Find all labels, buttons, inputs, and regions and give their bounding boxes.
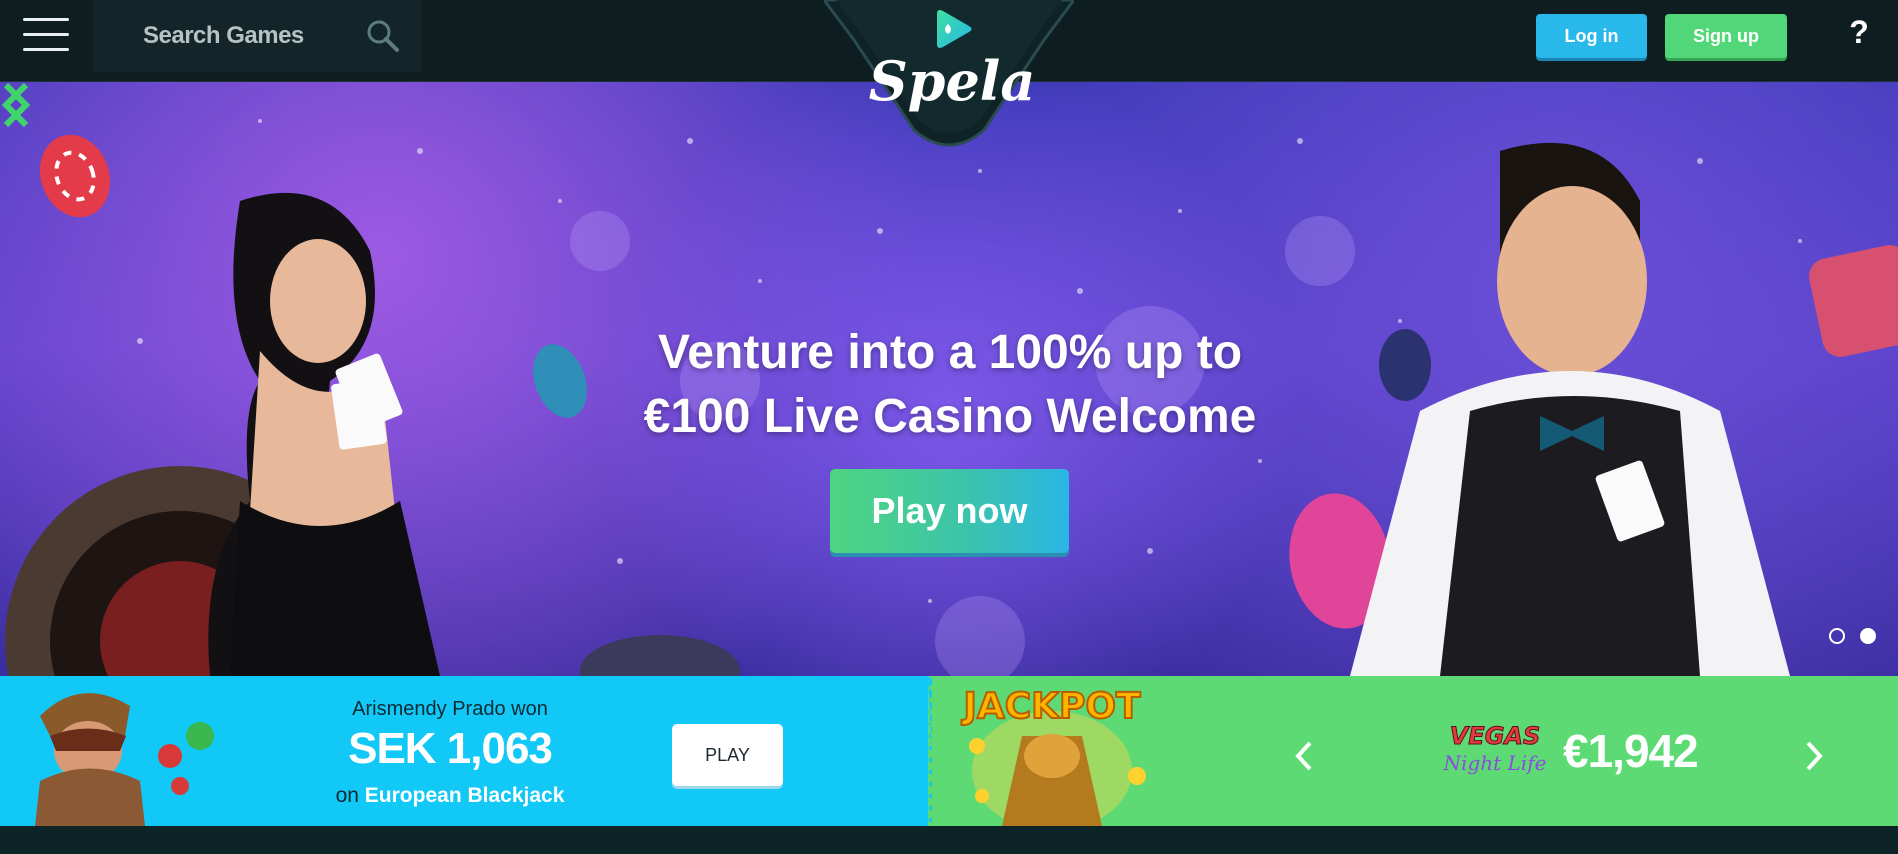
winner-game-link[interactable]: European Blackjack [365,784,565,807]
search-bar [93,0,421,72]
jackpot-amount: €1,942 [1563,725,1699,777]
jackpot-next-icon[interactable] [1802,739,1826,773]
winner-name-text: Arismendy Prado won [352,698,548,720]
jackpot-game-art: JACKPOT [959,685,1146,826]
hero-headline: Venture into a 100% up to €100 Live Casi… [560,321,1340,449]
left-dealer-figure [5,192,440,676]
slide-dot-2-active[interactable] [1860,628,1876,644]
login-button[interactable]: Log in [1536,14,1647,58]
svg-text:Night Life: Night Life [1443,751,1547,775]
winner-game-art [35,693,214,826]
logo-text: Spela [869,49,1036,113]
chevron-right-icon[interactable] [0,81,32,129]
pink-dice [1809,245,1898,357]
dark-chip [1379,329,1431,401]
red-chip [39,134,111,218]
slide-dot-1[interactable] [1829,628,1845,644]
help-button[interactable]: ? [1846,14,1872,54]
gray-chip [580,635,740,676]
jackpot-panel: JACKPOT [932,676,1898,826]
spela-logo[interactable]: Spela [824,0,1074,152]
recent-winner-panel: Arismendy Prado won SEK 1,063 on Europea… [0,676,932,826]
jackpot-prev-icon[interactable] [1292,739,1316,773]
winner-game-line: on European Blackjack [290,784,610,808]
signup-button[interactable]: Sign up [1665,14,1787,58]
search-input[interactable] [141,18,365,54]
winner-amount: SEK 1,063 [348,724,553,773]
hero-headline-line2: €100 Live Casino Welcome [643,390,1257,443]
svg-text:JACKPOT: JACKPOT [960,686,1141,727]
winner-play-button[interactable]: PLAY [672,724,783,786]
vegas-night-life-logo[interactable]: VEGAS Night Life [1436,718,1554,782]
right-dealer-figure [1350,142,1790,676]
search-icon[interactable] [365,18,401,54]
hamburger-menu-icon[interactable] [23,18,69,52]
footer-strip [0,826,1898,854]
winner-on-text: on [335,784,359,807]
hero-headline-line1: Venture into a 100% up to [657,326,1243,379]
svg-text:VEGAS: VEGAS [1450,722,1541,750]
play-now-button[interactable]: Play now [830,469,1069,553]
hero-banner: Venture into a 100% up to €100 Live Casi… [0,81,1898,676]
